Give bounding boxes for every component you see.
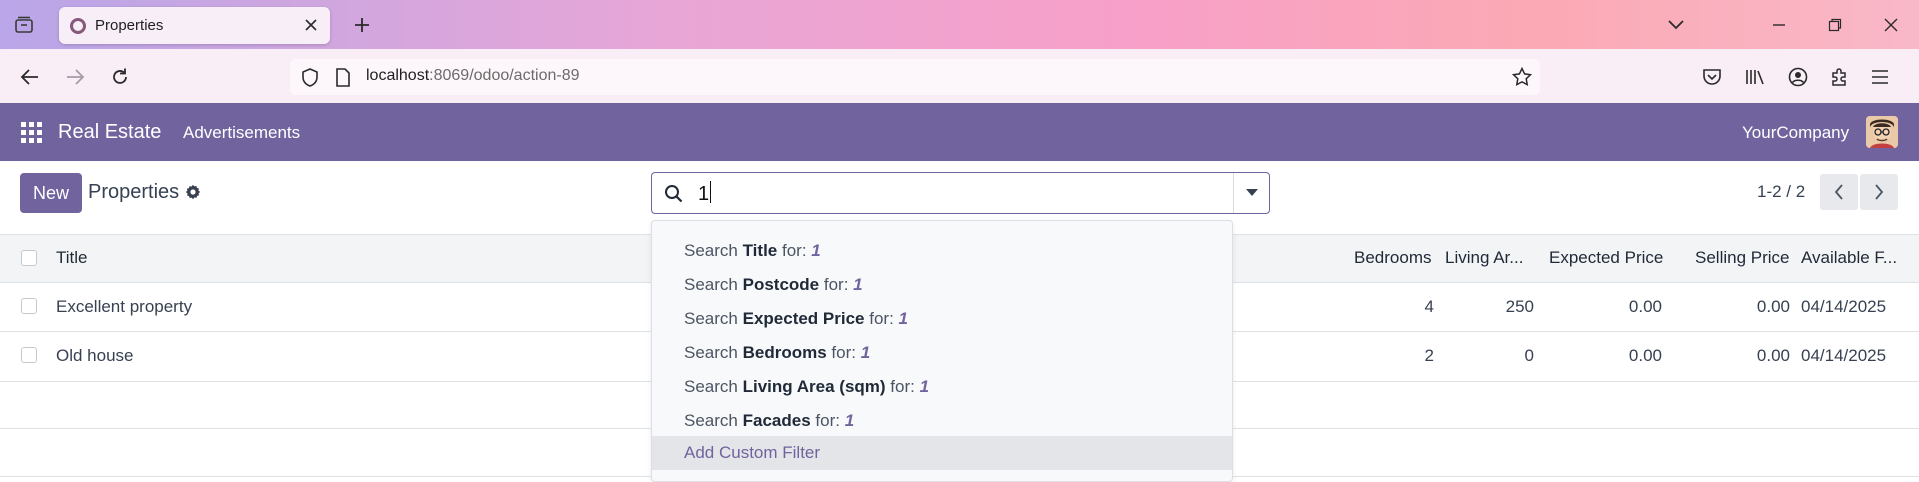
extensions-icon[interactable] [1826, 63, 1854, 91]
caret-down-icon [1245, 189, 1258, 196]
minimize-icon[interactable] [1764, 12, 1794, 38]
library-icon[interactable] [1741, 63, 1769, 91]
search-autocomplete-dropdown: Search Title for: 1 Search Postcode for:… [651, 220, 1233, 482]
close-tab-icon[interactable] [302, 16, 320, 34]
search-input-value: 1 [698, 183, 710, 205]
row-available-from: 04/14/2025 [1801, 297, 1887, 316]
page-title[interactable]: Properties [88, 181, 179, 204]
row-selling-price: 0.00 [1756, 346, 1790, 365]
chevron-left-icon [1834, 184, 1843, 200]
search-icon [664, 184, 683, 208]
column-header-available-from[interactable]: Available F... [1801, 248, 1897, 268]
back-icon[interactable] [16, 63, 44, 91]
chevron-right-icon [1875, 184, 1884, 200]
account-icon[interactable] [1784, 63, 1812, 91]
row-available-from: 04/14/2025 [1801, 346, 1887, 365]
page-info-icon[interactable] [335, 68, 351, 92]
row-selling-price: 0.00 [1756, 297, 1790, 316]
url-text: localhost:8069/odoo/action-89 [366, 67, 580, 85]
search-option-facades[interactable]: Search Facades for: 1 [684, 411, 854, 431]
select-all-checkbox[interactable] [21, 250, 37, 266]
new-button[interactable]: New [20, 173, 82, 213]
odoo-navbar: Real Estate Advertisements YourCompany [0, 103, 1919, 161]
pager-previous-button[interactable] [1820, 174, 1858, 210]
search-option-expected-price[interactable]: Search Expected Price for: 1 [684, 309, 908, 329]
menu-advertisements[interactable]: Advertisements [183, 123, 300, 143]
column-header-selling-price[interactable]: Selling Price [1695, 248, 1790, 268]
row-expected-price: 0.00 [1628, 297, 1662, 316]
bookmark-star-icon[interactable] [1511, 66, 1533, 92]
row-title[interactable]: Old house [56, 346, 134, 366]
row-bedrooms: 2 [1424, 346, 1434, 365]
pager-value[interactable]: 1-2 / 2 [1757, 182, 1805, 202]
row-title[interactable]: Excellent property [56, 297, 192, 317]
reload-icon[interactable] [106, 63, 134, 91]
tab-list-icon[interactable] [10, 12, 38, 38]
row-bedrooms: 4 [1424, 297, 1434, 316]
browser-tab-active[interactable]: Properties [59, 7, 330, 44]
row-checkbox[interactable] [21, 298, 37, 314]
search-options-toggle[interactable] [1233, 173, 1269, 213]
url-host: localhost [366, 67, 430, 84]
row-expected-price: 0.00 [1628, 346, 1662, 365]
app-brand[interactable]: Real Estate [58, 121, 161, 144]
column-header-title[interactable]: Title [56, 248, 88, 268]
user-avatar[interactable] [1866, 116, 1898, 148]
odoo-favicon-icon [70, 17, 86, 34]
tab-title: Properties [95, 17, 164, 34]
column-header-bedrooms[interactable]: Bedrooms [1354, 248, 1431, 268]
browser-tab-bar: Properties [0, 0, 1919, 49]
company-switcher[interactable]: YourCompany [1742, 123, 1849, 143]
restore-icon[interactable] [1820, 12, 1850, 38]
row-living-area: 0 [1524, 346, 1534, 365]
menu-icon[interactable] [1866, 63, 1894, 91]
row-living-area: 250 [1505, 297, 1534, 316]
new-tab-icon[interactable] [350, 13, 374, 37]
add-custom-filter[interactable]: Add Custom Filter [684, 443, 820, 463]
url-path: :8069/odoo/action-89 [429, 67, 580, 84]
address-bar[interactable]: localhost:8069/odoo/action-89 [290, 59, 1540, 95]
column-header-living-area[interactable]: Living Ar... [1445, 248, 1523, 268]
search-option-living-area[interactable]: Search Living Area (sqm) for: 1 [684, 377, 929, 397]
column-header-expected-price[interactable]: Expected Price [1549, 248, 1663, 268]
pocket-icon[interactable] [1698, 63, 1726, 91]
close-window-icon[interactable] [1876, 12, 1906, 38]
search-input[interactable]: 1 [698, 181, 712, 206]
shield-icon[interactable] [301, 68, 319, 92]
search-box[interactable]: 1 [651, 172, 1270, 214]
search-option-postcode[interactable]: Search Postcode for: 1 [684, 275, 863, 295]
row-checkbox[interactable] [21, 347, 37, 363]
apps-menu-icon[interactable] [21, 122, 42, 143]
forward-icon[interactable] [61, 63, 89, 91]
search-option-title[interactable]: Search Title for: 1 [684, 241, 821, 261]
gear-icon[interactable] [185, 184, 201, 205]
search-option-bedrooms[interactable]: Search Bedrooms for: 1 [684, 343, 870, 363]
pager-next-button[interactable] [1860, 174, 1898, 210]
list-all-tabs-icon[interactable] [1661, 12, 1691, 38]
